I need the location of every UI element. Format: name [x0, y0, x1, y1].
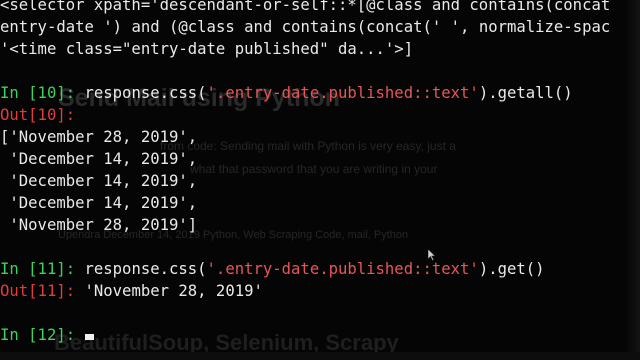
ipython-terminal[interactable]: <selector xpath='descendant-or-self::*[@… — [0, 0, 640, 360]
code-string: '.entry-date.published::text' — [206, 84, 479, 102]
code-text: response.css( — [75, 84, 207, 102]
output-prompt: Out[11]: — [0, 282, 76, 300]
input-cell-10[interactable]: In [10]: response.css('.entry-date.publi… — [0, 82, 573, 104]
input-prompt: In [10]: — [0, 84, 76, 102]
output-line: 'December 14, 2019', — [0, 172, 198, 190]
output-prompt: Out[10]: — [0, 106, 76, 124]
output-line: 'December 14, 2019', — [0, 194, 198, 212]
code-string: '.entry-date.published::text' — [206, 260, 479, 278]
output-line: 'December 14, 2019', — [0, 150, 198, 168]
output-line: 'November 28, 2019'] — [0, 216, 198, 234]
mouse-pointer-icon — [428, 249, 436, 261]
window-edge — [626, 0, 640, 360]
input-prompt: In [11]: — [0, 260, 76, 278]
selector-repr-line: <selector xpath='descendant-or-self::*[@… — [0, 0, 611, 14]
output-cell-11: Out[11]: 'November 28, 2019' — [0, 280, 263, 302]
input-cell-11[interactable]: In [11]: response.css('.entry-date.publi… — [0, 258, 545, 280]
selector-repr-part: entry-date ') — [0, 18, 123, 36]
selector-repr-line: '<time class="entry-date published" da..… — [0, 40, 414, 58]
code-text: ).get() — [478, 260, 545, 278]
screen: Send Mail using Python from code: Sendin… — [0, 0, 640, 360]
code-text: response.css( — [75, 260, 207, 278]
output-value: 'November 28, 2019' — [75, 282, 263, 300]
input-prompt: In [12]: — [0, 326, 76, 344]
text-cursor — [84, 326, 95, 340]
bottom-strip — [0, 352, 640, 360]
input-cell-12[interactable]: In [12]: — [0, 324, 95, 346]
selector-repr-part: and (@class and contains(concat(' ', nor… — [122, 18, 611, 36]
output-line: ['November 28, 2019', — [0, 128, 198, 146]
selector-repr-line: entry-date ') and (@class and contains(c… — [0, 16, 610, 38]
code-text: ).getall() — [478, 84, 573, 102]
